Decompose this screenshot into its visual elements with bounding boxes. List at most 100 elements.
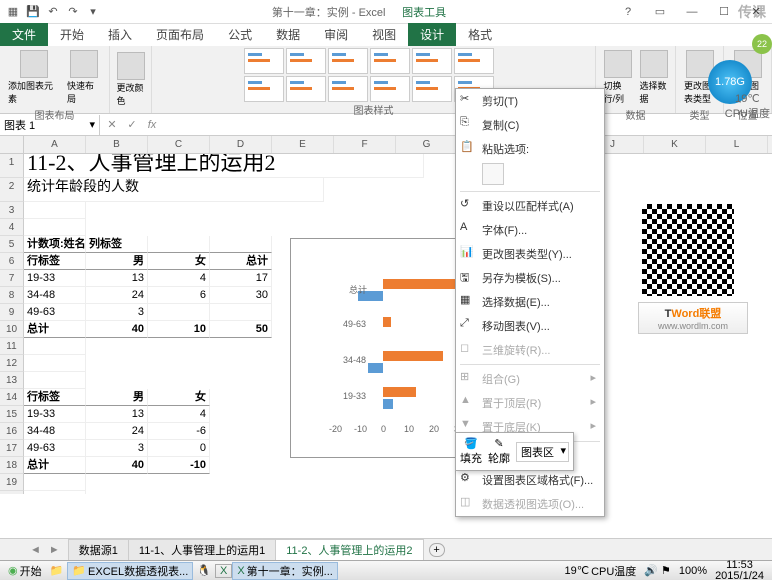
ribbon-options-icon[interactable]: ▭	[648, 3, 672, 21]
tray-temp[interactable]: 19℃ CPU温度	[560, 563, 640, 579]
add-chart-element-button[interactable]: 添加图表元素	[6, 48, 61, 107]
sheet-tab[interactable]: 数据源1	[68, 539, 129, 560]
new-sheet-icon[interactable]: +	[429, 543, 445, 557]
ribbon-tabs: 文件 开始 插入 页面布局 公式 数据 审阅 视图 设计 格式	[0, 24, 772, 46]
taskbar-item[interactable]: 📁	[46, 564, 68, 577]
start-button[interactable]: ◉开始	[4, 563, 46, 579]
chart-style-thumb[interactable]	[454, 48, 494, 74]
sheet-tab[interactable]: 11-1、人事管理上的运用1	[128, 539, 276, 560]
paste-option-button[interactable]	[482, 163, 504, 185]
chevron-down-icon[interactable]: ▾	[89, 118, 95, 131]
front-icon: ▲	[460, 394, 474, 408]
undo-icon[interactable]: ↶	[44, 3, 62, 21]
minimize-icon[interactable]: —	[680, 3, 704, 21]
bar-1933-f[interactable]	[383, 399, 393, 409]
cm-pivot-options: ◫数据透视图选项(O)...	[456, 492, 604, 516]
tray-icons[interactable]: 🔊 ⚑	[640, 564, 675, 577]
back-icon: ▼	[460, 418, 474, 432]
excel-icon[interactable]: ▦	[4, 3, 22, 21]
sheet-tab-active[interactable]: 11-2、人事管理上的运用2	[275, 539, 423, 561]
sidebar-badge[interactable]: 22	[752, 34, 772, 54]
title-cell[interactable]: 11-2、人事管理上的运用2	[24, 154, 424, 178]
bar-3448-m[interactable]	[383, 351, 443, 361]
col-header[interactable]: L	[706, 136, 768, 153]
cm-font[interactable]: A字体(F)...	[456, 218, 604, 242]
help-icon[interactable]: ?	[616, 3, 640, 21]
tab-layout[interactable]: 页面布局	[144, 23, 216, 46]
chart-style-thumb[interactable]	[328, 76, 368, 102]
chart-style-thumb[interactable]	[328, 48, 368, 74]
col-header[interactable]: K	[644, 136, 706, 153]
enter-icon[interactable]: ✓	[124, 118, 140, 131]
chart-style-thumb[interactable]	[244, 48, 284, 74]
save-icon[interactable]: 💾	[24, 3, 42, 21]
chart-style-thumb[interactable]	[244, 76, 284, 102]
cm-move-chart[interactable]: ⤢移动图表(V)...	[456, 314, 604, 338]
sheet-nav-next-icon[interactable]: ►	[49, 544, 60, 556]
cm-format-chart-area[interactable]: ⚙设置图表区域格式(F)...	[456, 468, 604, 492]
title-bar: ▦ 💾 ↶ ↷ ▾ 第十一章：实例 - Excel 图表工具 ? ▭ — ☐ ✕	[0, 0, 772, 24]
col-header[interactable]: B	[86, 136, 148, 153]
window-title: 第十一章：实例 - Excel 图表工具	[102, 4, 616, 20]
ribbon: 添加图表元素 快速布局 图表布局 更改颜色 图表样式 切换行/列 选择数据	[0, 46, 772, 114]
qr-overlay: TWord联盟 www.wordlm.com	[638, 200, 748, 334]
mini-toolbar: 🪣填充 ✎轮廓 图表区▾	[455, 432, 574, 471]
zoom-label[interactable]: 100%	[675, 565, 711, 577]
paint-bucket-icon: 🪣	[464, 437, 478, 450]
cm-save-template[interactable]: 🖫另存为模板(S)...	[456, 266, 604, 290]
quick-layout-button[interactable]: 快速布局	[65, 48, 103, 107]
chevron-down-icon[interactable]: ▾	[560, 444, 566, 457]
chart-element-combo[interactable]: 图表区▾	[516, 442, 569, 462]
cm-cut[interactable]: ✂剪切(T)	[456, 89, 604, 113]
col-header[interactable]: G	[396, 136, 458, 153]
taskbar-item[interactable]: 🐧	[193, 564, 215, 577]
column-headers: A B C D E F G H I J K L	[0, 136, 772, 154]
cm-reset-style[interactable]: ↺重设以匹配样式(A)	[456, 194, 604, 218]
chart-style-thumb[interactable]	[286, 76, 326, 102]
taskbar-item[interactable]: 📁EXCEL数据透视表...	[67, 562, 193, 580]
tab-view[interactable]: 视图	[360, 23, 408, 46]
maximize-icon[interactable]: ☐	[712, 3, 736, 21]
tab-design[interactable]: 设计	[408, 23, 456, 46]
tab-review[interactable]: 审阅	[312, 23, 360, 46]
fill-button[interactable]: 🪣填充	[460, 437, 482, 466]
pen-icon: ✎	[494, 437, 503, 450]
tab-data[interactable]: 数据	[264, 23, 312, 46]
chart-style-thumb[interactable]	[412, 48, 452, 74]
chart-style-thumb[interactable]	[412, 76, 452, 102]
chart-style-thumb[interactable]	[370, 76, 410, 102]
bar-3448-f[interactable]	[368, 363, 383, 373]
chart-style-thumb[interactable]	[286, 48, 326, 74]
tab-file[interactable]: 文件	[0, 23, 48, 46]
switch-row-col-button[interactable]: 切换行/列	[602, 48, 634, 107]
bar-1933-m[interactable]	[383, 387, 416, 397]
col-header[interactable]: A	[24, 136, 86, 153]
redo-icon[interactable]: ↷	[64, 3, 82, 21]
cancel-icon[interactable]: ✕	[104, 118, 120, 131]
col-header[interactable]: F	[334, 136, 396, 153]
tab-format[interactable]: 格式	[456, 23, 504, 46]
bar-4963-m[interactable]	[383, 317, 391, 327]
col-header[interactable]: E	[272, 136, 334, 153]
quick-access-toolbar: ▦ 💾 ↶ ↷ ▾	[4, 3, 102, 21]
cm-select-data[interactable]: ▦选择数据(E)...	[456, 290, 604, 314]
format-icon: ⚙	[460, 471, 474, 485]
taskbar-item[interactable]: X	[215, 564, 232, 578]
chart-style-thumb[interactable]	[370, 48, 410, 74]
tab-formula[interactable]: 公式	[216, 23, 264, 46]
subtitle-cell[interactable]: 统计年龄段的人数	[24, 178, 324, 202]
qat-dropdown-icon[interactable]: ▾	[84, 3, 102, 21]
col-header[interactable]: D	[210, 136, 272, 153]
fx-icon[interactable]: fx	[144, 119, 160, 131]
tab-home[interactable]: 开始	[48, 23, 96, 46]
outline-button[interactable]: ✎轮廓	[488, 437, 510, 466]
sheet-nav-prev-icon[interactable]: ◄	[30, 544, 41, 556]
clock[interactable]: 11:532015/1/24	[711, 561, 768, 581]
cm-change-type[interactable]: 📊更改图表类型(Y)...	[456, 242, 604, 266]
select-data-button[interactable]: 选择数据	[638, 48, 670, 107]
change-colors-button[interactable]: 更改颜色	[115, 50, 147, 109]
col-header[interactable]: C	[148, 136, 210, 153]
cm-copy[interactable]: ⎘复制(C)	[456, 113, 604, 137]
tab-insert[interactable]: 插入	[96, 23, 144, 46]
taskbar-item[interactable]: X第十一章：实例...	[232, 562, 338, 580]
